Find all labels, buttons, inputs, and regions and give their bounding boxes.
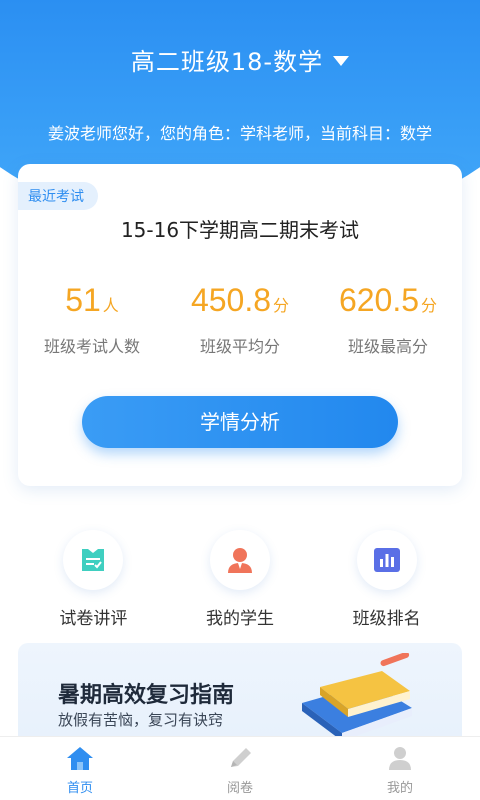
caret-down-icon <box>333 56 350 66</box>
profile-icon <box>389 747 411 770</box>
ranking-chart-icon-wrap <box>356 530 417 590</box>
tab-home[interactable]: 首页 <box>0 737 160 800</box>
recent-exam-card: 最近考试 15-16下学期高二期末考试 51 人 班级考试人数 450.8 分 班级… <box>18 164 462 486</box>
quick-action-class-ranking[interactable]: 班级排名 <box>327 530 447 629</box>
exam-stats: 51 人 班级考试人数 450.8 分 班级平均分 620.5 分 班级最高分 <box>18 282 462 357</box>
quick-action-label: 试卷讲评 <box>59 609 128 629</box>
tab-label: 我的 <box>386 781 413 796</box>
stat-unit: 人 <box>102 296 119 315</box>
quick-actions: 试卷讲评 我的学生 班级排名 <box>0 530 480 629</box>
quick-action-label: 我的学生 <box>205 609 274 629</box>
student-icon <box>227 548 252 573</box>
bottom-tab-bar: 首页 阅卷 我的 <box>0 736 480 800</box>
paper-review-icon <box>82 549 105 571</box>
stat-highest: 620.5 分 班级最高分 <box>314 282 462 357</box>
stat-label: 班级平均分 <box>199 337 280 356</box>
stat-unit: 分 <box>421 296 438 315</box>
recent-exam-badge: 最近考试 <box>18 182 98 210</box>
student-icon-wrap <box>209 530 270 590</box>
stat-unit: 分 <box>273 296 290 315</box>
paper-review-icon-wrap <box>63 530 124 590</box>
home-icon <box>67 747 93 770</box>
quick-action-label: 班级排名 <box>352 609 421 629</box>
banner-subtitle: 放假有苦恼，复习有诀窍 <box>58 711 224 729</box>
tab-grading[interactable]: 阅卷 <box>160 737 320 800</box>
quick-action-paper-review[interactable]: 试卷讲评 <box>33 530 153 629</box>
tab-label: 阅卷 <box>226 781 253 796</box>
class-selector-label: 高二班级18-数学 <box>130 48 324 76</box>
tab-label: 首页 <box>66 781 93 796</box>
analysis-button[interactable]: 学情分析 <box>82 396 398 448</box>
stat-participants: 51 人 班级考试人数 <box>18 282 166 357</box>
quick-action-my-students[interactable]: 我的学生 <box>180 530 300 629</box>
class-selector[interactable]: 高二班级18-数学 <box>0 42 480 77</box>
stat-average: 450.8 分 班级平均分 <box>166 282 314 357</box>
stat-label: 班级最高分 <box>347 337 428 356</box>
stat-value: 450.8 <box>190 282 272 318</box>
exam-title: 15-16下学期高二期末考试 <box>120 218 360 242</box>
tab-profile[interactable]: 我的 <box>320 737 480 800</box>
books-illustration-icon <box>302 653 412 741</box>
stat-label: 班级考试人数 <box>43 337 140 356</box>
stat-value: 620.5 <box>338 282 420 318</box>
ranking-chart-icon <box>373 548 400 572</box>
greeting-text: 姜波老师您好，您的角色：学科老师，当前科目：数学 <box>47 124 432 143</box>
banner-title: 暑期高效复习指南 <box>58 683 235 708</box>
pencil-icon <box>231 748 251 767</box>
stat-value: 51 <box>65 282 101 318</box>
